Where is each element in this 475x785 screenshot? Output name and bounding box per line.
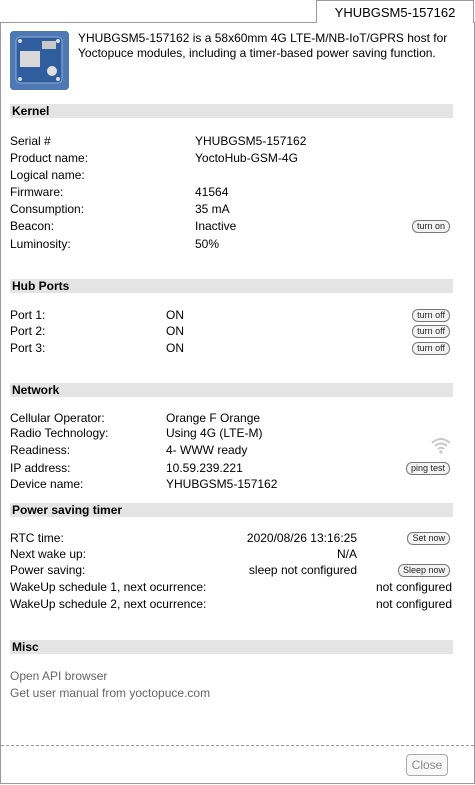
kernel-row-firmware: Firmware: 41564 bbox=[10, 184, 452, 200]
network-row-operator: Cellular Operator: Orange F Orange bbox=[10, 410, 452, 426]
row-value: YoctoHub-GSM-4G bbox=[195, 151, 298, 165]
row-label: Product name: bbox=[10, 151, 89, 165]
row-label: WakeUp schedule 1, next ocurrence: bbox=[10, 580, 207, 594]
row-label: Logical name: bbox=[10, 168, 85, 182]
port1-turn-off-button[interactable]: turn off bbox=[412, 309, 450, 322]
row-label: Next wake up: bbox=[10, 547, 87, 561]
row-label: Radio Technology: bbox=[10, 426, 109, 440]
ping-test-button[interactable]: ping test bbox=[405, 462, 450, 475]
row-value: 2020/08/26 13:16:25 bbox=[246, 531, 357, 545]
row-label: IP address: bbox=[10, 461, 71, 475]
row-label: Port 1: bbox=[10, 308, 46, 322]
row-label: Device name: bbox=[10, 477, 84, 491]
row-label: Cellular Operator: bbox=[10, 411, 105, 425]
timer-row-rtc: RTC time: 2020/08/26 13:16:25 Set now bbox=[10, 530, 452, 546]
user-manual-link[interactable]: Get user manual from yoctopuce.com bbox=[10, 686, 210, 700]
row-label: Firmware: bbox=[10, 185, 64, 199]
kernel-row-serial: Serial # YHUBGSM5-157162 bbox=[10, 133, 452, 149]
sleep-now-button[interactable]: Sleep now bbox=[397, 564, 450, 577]
device-description: YHUBGSM5-157162 is a 58x60mm 4G LTE-M/NB… bbox=[78, 31, 448, 60]
kernel-row-beacon: Beacon: Inactive turn on bbox=[10, 218, 452, 234]
row-label: WakeUp schedule 2, next ocurrence: bbox=[10, 597, 207, 611]
timer-row-schedule-2: WakeUp schedule 2, next ocurrence: not c… bbox=[10, 596, 452, 612]
row-value: YHUBGSM5-157162 bbox=[195, 134, 307, 148]
beacon-turn-on-button[interactable]: turn on bbox=[411, 220, 450, 233]
row-label: Port 3: bbox=[10, 341, 46, 355]
timer-row-power-saving: Power saving: sleep not configured Sleep… bbox=[10, 562, 452, 578]
row-value[interactable]: not configured bbox=[376, 596, 452, 612]
network-row-device-name: Device name: YHUBGSM5-157162 bbox=[10, 476, 452, 492]
row-value: ON bbox=[166, 308, 184, 322]
device-thumbnail bbox=[10, 31, 69, 90]
row-value: Orange F Orange bbox=[166, 411, 261, 425]
hub-port-row-3: Port 3: ON turn off bbox=[10, 340, 452, 356]
row-value: 4- WWW ready bbox=[166, 443, 248, 457]
tab-device[interactable]: YHUBGSM5-157162 bbox=[316, 0, 474, 23]
row-label: Beacon: bbox=[10, 219, 55, 233]
row-label: Port 2: bbox=[10, 324, 46, 338]
kernel-row-luminosity: Luminosity: 50% bbox=[10, 236, 452, 252]
hub-port-row-2: Port 2: ON turn off bbox=[10, 323, 452, 339]
row-value: 10.59.239.221 bbox=[166, 461, 243, 475]
port2-turn-off-button[interactable]: turn off bbox=[412, 325, 450, 338]
row-label: Luminosity: bbox=[10, 237, 71, 251]
row-value: ON bbox=[166, 324, 184, 338]
row-value[interactable]: not configured bbox=[376, 579, 452, 595]
network-row-readiness: Readiness: 4- WWW ready bbox=[10, 438, 452, 458]
section-misc: Misc bbox=[10, 640, 453, 654]
row-value: sleep not configured bbox=[248, 563, 357, 577]
network-row-radio: Radio Technology: Using 4G (LTE-M) bbox=[10, 425, 452, 441]
row-value: Inactive bbox=[195, 219, 237, 233]
wifi-signal-icon bbox=[430, 436, 452, 454]
kernel-row-logical-name: Logical name: bbox=[10, 167, 452, 183]
row-value: YHUBGSM5-157162 bbox=[166, 477, 278, 491]
row-label: Consumption: bbox=[10, 202, 85, 216]
kernel-row-product: Product name: YoctoHub-GSM-4G bbox=[10, 150, 452, 166]
row-value: 41564 bbox=[195, 185, 229, 199]
timer-row-schedule-1: WakeUp schedule 1, next ocurrence: not c… bbox=[10, 579, 452, 595]
row-value: Using 4G (LTE-M) bbox=[166, 426, 263, 440]
hub-port-row-1: Port 1: ON turn off bbox=[10, 307, 452, 323]
device-header: YHUBGSM5-157162 is a 58x60mm 4G LTE-M/NB… bbox=[10, 31, 460, 90]
section-power-saving-timer: Power saving timer bbox=[10, 503, 453, 517]
open-api-browser-link[interactable]: Open API browser bbox=[10, 669, 107, 683]
row-label: Power saving: bbox=[10, 563, 86, 577]
close-button[interactable]: Close bbox=[406, 754, 448, 776]
set-now-button[interactable]: Set now bbox=[407, 532, 450, 545]
row-label: Readiness: bbox=[10, 443, 71, 457]
port3-turn-off-button[interactable]: turn off bbox=[412, 342, 450, 355]
timer-row-next-wakeup: Next wake up: N/A bbox=[10, 546, 452, 562]
network-row-ip: IP address: 10.59.239.221 ping test bbox=[10, 460, 452, 476]
row-label: Serial # bbox=[10, 134, 51, 148]
footer-divider bbox=[1, 745, 474, 746]
row-value: ON bbox=[166, 341, 184, 355]
kernel-row-consumption: Consumption: 35 mA bbox=[10, 201, 452, 217]
device-panel: YHUBGSM5-157162 is a 58x60mm 4G LTE-M/NB… bbox=[0, 22, 475, 784]
row-value: N/A bbox=[336, 547, 357, 561]
row-label: RTC time: bbox=[10, 531, 64, 545]
row-value[interactable]: 50% bbox=[195, 236, 219, 252]
section-kernel: Kernel bbox=[10, 104, 453, 118]
row-value: 35 mA bbox=[195, 202, 230, 216]
section-hub-ports: Hub Ports bbox=[10, 279, 453, 293]
section-network: Network bbox=[10, 383, 453, 397]
